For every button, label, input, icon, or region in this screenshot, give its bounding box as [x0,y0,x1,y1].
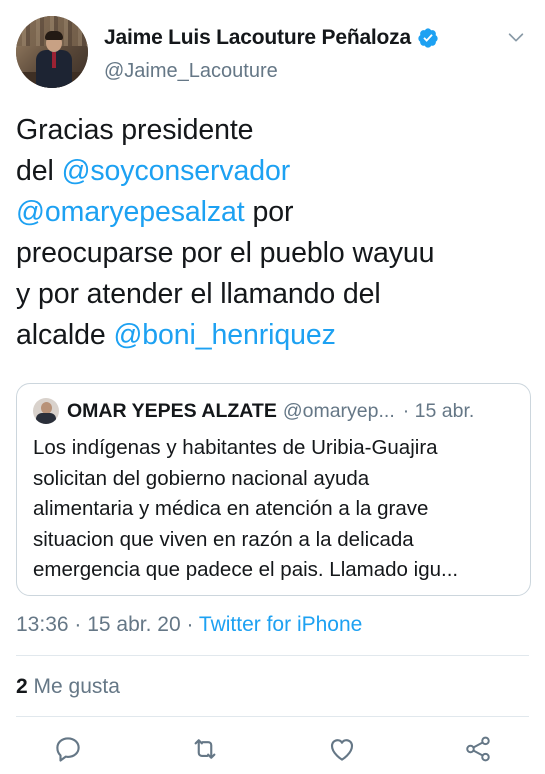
quoted-text-line: Los indígenas y habitantes de Uribia-Gua… [33,436,438,459]
quoted-tweet-text: Los indígenas y habitantes de Uribia-Gua… [33,433,517,586]
tweet-header: Jaime Luis Lacouture Peñaloza @Jaime_Lac… [16,16,529,88]
quoted-author-name: OMAR YEPES ALZATE [67,399,277,422]
tweet-text-line: del @soyconservador [16,151,529,192]
mention-link[interactable]: @soyconservador [62,155,291,187]
quoted-author-avatar [33,398,59,424]
likes-label: Me gusta [27,675,120,698]
chevron-down-icon[interactable] [505,26,527,48]
share-icon[interactable] [463,734,493,764]
tweet-text-span: por [244,196,294,228]
divider [16,716,529,717]
quoted-text-line: emergencia que padece el pais. Llamado i… [33,558,459,581]
reply-icon[interactable] [53,734,83,764]
tweet-text-span: y por atender el llamando del [16,278,381,310]
tweet-text-line: preocuparse por el pueblo wayuu [16,233,529,274]
mention-link[interactable]: @boni_henriquez [113,319,335,351]
author-handle[interactable]: @Jaime_Lacouture [104,60,278,83]
tweet-metadata: 13:36 · 15 abr. 20 · Twitter for iPhone [16,613,362,637]
tweet-text-span: preocuparse por el pueblo wayuu [16,237,435,269]
tweet-text-line: @omaryepesalzat por [16,192,529,233]
author-name-row[interactable]: Jaime Luis Lacouture Peñaloza [104,26,439,50]
tweet-text-line: alcalde @boni_henriquez [16,315,529,356]
quoted-tweet-header: OMAR YEPES ALZATE @omaryep... · 15 abr. [33,398,474,424]
tweet-text-line: Gracias presidente [16,110,529,151]
action-bar [0,730,545,768]
likes-count[interactable]: 2 Me gusta [16,675,120,699]
tweet-source-link[interactable]: Twitter for iPhone [199,613,362,636]
quoted-author-handle: @omaryep... [282,399,395,422]
quoted-text-line: solicitan del gobierno nacional ayuda [33,466,370,490]
tweet-text-span: del [16,155,62,187]
retweet-icon[interactable] [190,734,220,764]
tweet-text-span: alcalde [16,319,114,351]
tweet-text-line: y por atender el llamando del [16,274,529,315]
tweet-text-span: Gracias presidente [16,114,254,146]
quoted-text-line: situacion que viven en razón a la delica… [33,527,414,551]
tweet-text: Gracias presidente del @soyconservador @… [16,110,529,356]
quoted-tweet-card[interactable]: OMAR YEPES ALZATE @omaryep... · 15 abr. … [16,383,531,596]
author-display-name[interactable]: Jaime Luis Lacouture Peñaloza [104,26,411,50]
author-avatar[interactable] [16,16,88,88]
divider [16,655,529,656]
like-icon[interactable] [327,734,357,764]
verified-badge-icon [418,28,438,48]
likes-number: 2 [16,675,28,698]
quoted-tweet-date: · 15 abr. [402,399,475,422]
tweet-timestamp: 13:36 · 15 abr. 20 · [16,613,199,636]
mention-link[interactable]: @omaryepesalzat [16,196,245,228]
quoted-text-line: alimentaria y médica en atención a la gr… [33,497,429,520]
